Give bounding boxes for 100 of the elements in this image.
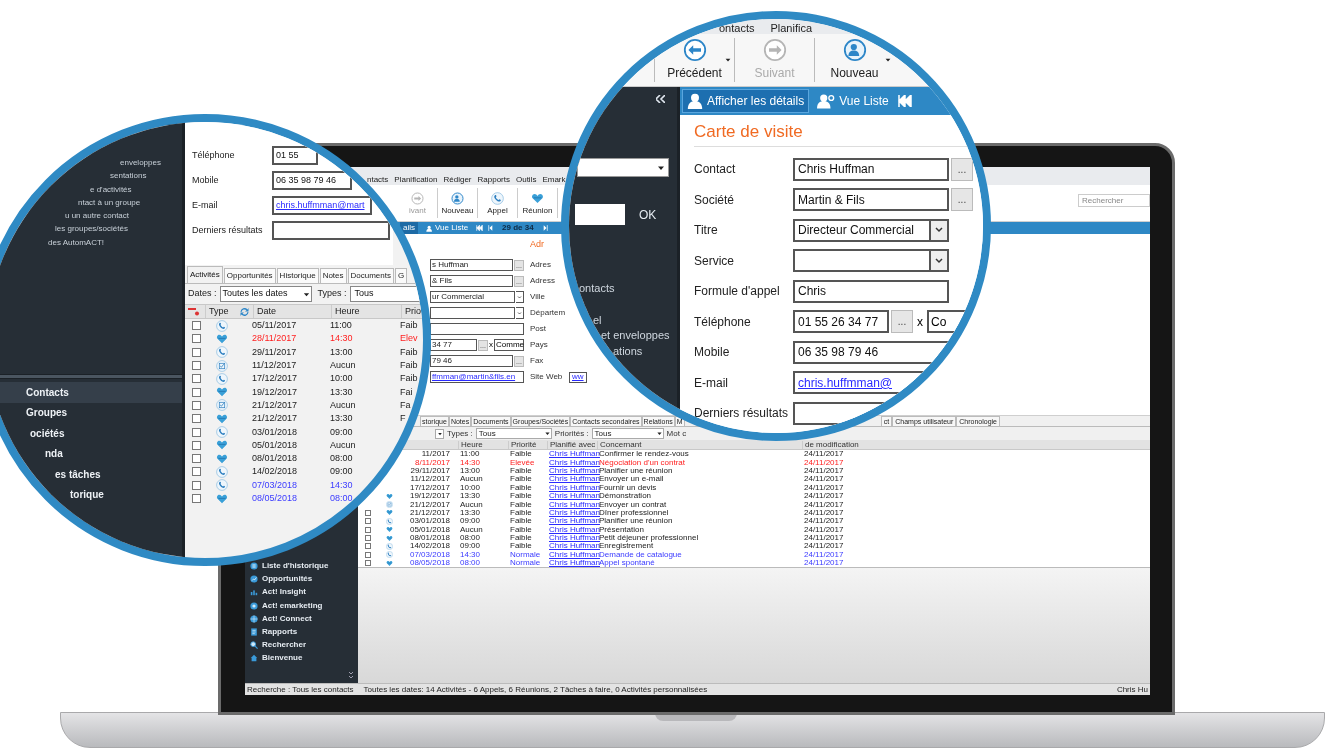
tab[interactable]: Notes	[319, 268, 347, 283]
checkbox[interactable]	[191, 467, 201, 477]
sidebar-item[interactable]: Rechercher	[262, 641, 307, 650]
contact-link[interactable]: Chris Huffman	[549, 516, 600, 526]
contact-link[interactable]: Chris Huffman	[549, 507, 600, 517]
tab[interactable]: Activités	[187, 266, 223, 283]
sidebar-item[interactable]: Bienvenue	[262, 654, 303, 663]
menu-item[interactable]: ntacts	[367, 176, 389, 184]
ok-button[interactable]: OK	[639, 205, 657, 224]
ellipsis-button[interactable]: ...	[951, 188, 973, 212]
nav-item[interactable]: ociétés	[0, 423, 182, 444]
column-header[interactable]: Prio	[401, 304, 423, 319]
menu-item[interactable]: Rapports	[477, 176, 510, 184]
sidebar-item[interactable]: Act! emarketing	[262, 601, 323, 610]
contact-link[interactable]: Chris Huffman	[549, 474, 600, 484]
search-field[interactable]: Rechercher	[1078, 194, 1150, 207]
sidebar-link[interactable]: et enveloppes	[569, 330, 677, 341]
contact-link[interactable]: Chris Huffman	[549, 499, 600, 509]
checkbox[interactable]	[191, 414, 201, 424]
dropdown[interactable]	[430, 307, 515, 319]
checkbox[interactable]	[191, 427, 201, 437]
input-field[interactable]: 79 46	[430, 355, 513, 367]
tab[interactable]: Documents	[347, 268, 394, 283]
ellipsis-button[interactable]: ...	[891, 310, 913, 334]
nav-item[interactable]: Groupes	[0, 402, 182, 423]
toolbar-button[interactable]: Réunion	[518, 188, 558, 218]
checkbox[interactable]	[191, 321, 201, 331]
input-field[interactable]: chris.huffmman@mart	[272, 196, 372, 215]
input-field[interactable]	[430, 323, 524, 335]
dropdown[interactable]: ur Commercial	[430, 291, 515, 303]
checkbox[interactable]	[191, 494, 201, 503]
column-header[interactable]: de modification	[802, 440, 892, 449]
sidebar-link[interactable]: les groupes/sociétés	[55, 224, 128, 234]
column-header[interactable]: Planifié avec	[547, 440, 597, 449]
input-field[interactable]: s Huffman	[430, 259, 513, 271]
contact-link[interactable]: Chris Huffman	[549, 465, 600, 475]
sidebar-link[interactable]: u un autre contact	[65, 211, 130, 221]
dropdown[interactable]: Tous	[591, 428, 664, 439]
contact-link[interactable]: Chris Huffman	[549, 541, 600, 551]
menu-item[interactable]: Planification	[394, 176, 438, 184]
sidebar-item[interactable]: Liste d'historique	[262, 562, 329, 571]
contact-link[interactable]: Chris Huffman	[549, 482, 600, 492]
link-field[interactable]: ww	[569, 371, 587, 383]
input-field[interactable]: ffmman@martin&fils.en	[430, 371, 524, 383]
toolbar-button[interactable]: Appel	[478, 188, 518, 218]
column-header[interactable]: Type	[205, 304, 238, 319]
checkbox[interactable]	[191, 480, 201, 490]
input-field[interactable]: & Fils	[430, 275, 513, 287]
column-header[interactable]: Date	[253, 304, 331, 319]
tab[interactable]: Historique	[276, 268, 319, 283]
nav-item[interactable]: torique	[0, 484, 182, 505]
sidebar-link[interactable]: ontacts	[569, 283, 677, 294]
view-tab[interactable]: ails	[400, 222, 418, 234]
input-field[interactable]: Chris	[793, 279, 949, 303]
column-header[interactable]: Heure	[331, 304, 401, 319]
checkbox[interactable]	[191, 361, 201, 371]
ellipsis-button[interactable]: ...	[951, 157, 973, 181]
menu-item[interactable]: Planifica	[770, 23, 813, 34]
menu-item[interactable]: ontacts	[719, 23, 755, 34]
contact-link[interactable]: Chris Huffman	[549, 549, 600, 559]
input-field[interactable]: 06 35 98 79 46	[272, 171, 352, 190]
dropdown[interactable]: Directeur Commercial	[793, 218, 931, 242]
input-field[interactable]: 06 35 98 79 46	[793, 340, 949, 364]
checkbox[interactable]	[191, 440, 201, 450]
checkbox[interactable]	[191, 334, 201, 344]
input-field[interactable]: 34 77	[430, 339, 477, 351]
menu-item[interactable]: Outils	[515, 176, 537, 184]
input-field[interactable]: Chris Huffman	[793, 157, 949, 181]
checkbox[interactable]	[191, 454, 201, 464]
sidebar-link[interactable]: el	[569, 315, 677, 326]
nav-item[interactable]: Contacts	[0, 382, 182, 403]
menu-item[interactable]: Emark	[542, 176, 566, 184]
input-field[interactable]	[575, 204, 625, 225]
contact-link[interactable]: Chris Huffman	[549, 491, 600, 501]
contact-link[interactable]: Chris Huffman	[549, 533, 600, 543]
sidebar-link[interactable]: e d'activités	[90, 184, 132, 194]
contact-link[interactable]: Chris Huffman	[549, 524, 600, 534]
sidebar-item[interactable]: Act! Connect	[262, 614, 312, 623]
sidebar-link[interactable]: enveloppes	[120, 158, 161, 167]
dropdown[interactable]: Tous	[475, 428, 552, 439]
input-field[interactable]	[272, 221, 390, 240]
checkbox[interactable]	[191, 387, 201, 397]
nav-item[interactable]: es tâches	[0, 464, 182, 485]
view-tab[interactable]: Vue Liste	[813, 89, 893, 113]
dropdown[interactable]: Toutes les dates	[219, 286, 312, 302]
tab[interactable]: Opportunités	[223, 268, 276, 283]
sidebar-item[interactable]: Opportunités	[262, 575, 313, 584]
input-field[interactable]: 01 55 26 34 77	[793, 310, 889, 334]
dropdown[interactable]	[793, 249, 931, 273]
contact-link[interactable]: Chris Huffman	[549, 457, 600, 467]
sidebar-link[interactable]: ntact à un groupe	[78, 197, 141, 207]
input-field[interactable]: 01 55	[272, 146, 318, 165]
menu-item[interactable]: Rédiger	[443, 176, 472, 184]
sidebar-link[interactable]: ations	[569, 346, 677, 357]
checkbox[interactable]	[191, 374, 201, 384]
toolbar-button[interactable]: Nouveau	[438, 188, 478, 218]
contact-link[interactable]: Chris Huffman	[549, 449, 600, 459]
column-header[interactable]: Heure	[458, 440, 508, 449]
sidebar-link[interactable]: des AutomACT!	[48, 237, 105, 247]
input-field[interactable]: Martin & Fils	[793, 188, 949, 212]
